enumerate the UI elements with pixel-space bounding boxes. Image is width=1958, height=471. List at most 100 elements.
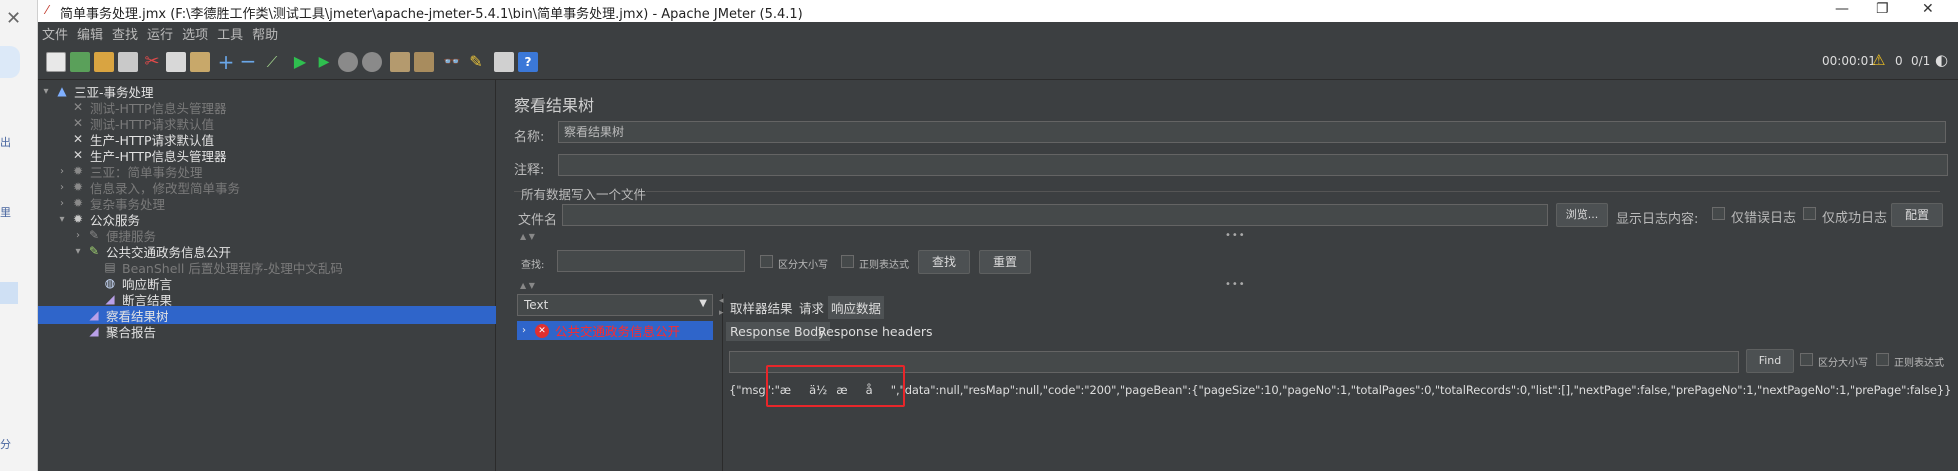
chevron-down-icon[interactable]: ▾ xyxy=(56,214,68,225)
splitter-arrow-icon[interactable]: ▸ xyxy=(719,308,724,318)
configure-button[interactable]: 配置 xyxy=(1891,203,1943,227)
test-plan-tree: ▾ ▲ 三亚-事务处理 ✕ 测试-HTTP信息头管理器 ✕ 测试-HTTP请求默认值 ✕ 生产-… xyxy=(38,80,496,471)
restore-icon[interactable]: ❐ xyxy=(1876,1,1889,17)
background-tab[interactable] xyxy=(0,46,20,78)
case-sensitive-checkbox[interactable] xyxy=(760,255,773,268)
regex-checkbox[interactable] xyxy=(841,255,854,268)
response-body-text[interactable]: {"msg":"æä½æå","data":null,"resMa… xyxy=(729,383,1951,398)
chevron-right-icon[interactable]: › xyxy=(517,325,531,336)
tree-node[interactable]: ◢ 聚合报告 xyxy=(38,322,496,340)
clear-all-icon[interactable] xyxy=(414,52,434,72)
splitter-handle-icon[interactable]: ••• xyxy=(1225,230,1246,241)
menu-bar: 文件 编辑 查找 运行 选项 工具 帮助 xyxy=(38,22,1958,44)
chevron-right-icon[interactable]: › xyxy=(56,166,68,177)
background-window-strip: ✕ 出 里 分 xyxy=(0,0,38,471)
tab-sampler-result[interactable]: 取样器结果 xyxy=(730,298,793,317)
start-no-pause-icon[interactable]: ▶ xyxy=(314,52,334,72)
file-section-title: 所有数据写入一个文件 xyxy=(521,187,647,202)
renderer-select[interactable]: Text ▼ xyxy=(517,294,713,316)
help-icon[interactable]: ? xyxy=(518,52,538,72)
menu-tools[interactable]: 工具 xyxy=(217,24,243,43)
minimize-icon[interactable]: — xyxy=(1835,1,1849,17)
search-icon[interactable]: 👓 xyxy=(442,52,462,72)
menu-edit[interactable]: 编辑 xyxy=(77,24,103,43)
menu-help[interactable]: 帮助 xyxy=(252,24,278,43)
title-bar: ⁄ 简单事务处理.jmx (F:\李德胜工作类\测试工具\jmeter\apac… xyxy=(38,0,1958,22)
menu-search[interactable]: 查找 xyxy=(112,24,138,43)
chevron-right-icon[interactable]: › xyxy=(72,230,84,241)
script-icon: ▤ xyxy=(104,260,116,274)
collapse-arrows-icon[interactable]: ▲ ▼ xyxy=(520,232,535,241)
collapse-arrows-icon[interactable]: ▲ ▼ xyxy=(520,281,535,290)
save-icon[interactable] xyxy=(118,52,138,72)
open-icon[interactable] xyxy=(94,52,114,72)
remote-indicator-icon: ◐ xyxy=(1935,51,1949,69)
wrench-icon: ✕ xyxy=(72,116,84,130)
name-input[interactable]: 察看结果树 xyxy=(558,121,1946,143)
renderer-value: Text xyxy=(524,298,549,312)
find-button[interactable]: 查找 xyxy=(918,250,970,274)
regex-label: 正则表达式 xyxy=(859,260,909,271)
reset-button[interactable]: 重置 xyxy=(979,250,1031,274)
wrench-icon: ✕ xyxy=(72,132,84,146)
toolbar: ✂ + − ⟋ ▶ ▶ 👓 ✎ ? 00:00:01 ⚠ 0 0/1 ◐ xyxy=(38,44,1958,80)
copy-icon[interactable] xyxy=(166,52,186,72)
background-selection xyxy=(0,282,18,304)
errors-only-checkbox[interactable] xyxy=(1712,207,1725,220)
subtab-response-body[interactable]: Response Body xyxy=(726,322,830,341)
find-regex-checkbox[interactable] xyxy=(1876,353,1889,366)
search-input[interactable] xyxy=(557,250,745,272)
reset-search-icon[interactable]: ✎ xyxy=(466,52,486,72)
success-only-checkbox[interactable] xyxy=(1803,207,1816,220)
tree-node-label: 聚合报告 xyxy=(106,324,157,340)
group-border xyxy=(646,191,1940,192)
find-regex-label: 正则表达式 xyxy=(1894,358,1944,369)
warning-icon[interactable]: ⚠ xyxy=(1872,51,1885,69)
clear-icon[interactable] xyxy=(390,52,410,72)
menu-file[interactable]: 文件 xyxy=(42,24,68,43)
close-icon[interactable]: ✕ xyxy=(1922,1,1934,17)
background-text: 出 xyxy=(0,136,11,149)
paste-icon[interactable] xyxy=(190,52,210,72)
chevron-right-icon[interactable]: › xyxy=(56,198,68,209)
new-icon[interactable] xyxy=(46,52,66,72)
comment-label: 注释: xyxy=(514,163,545,178)
subtab-response-headers[interactable]: Response headers xyxy=(818,324,933,339)
chevron-right-icon[interactable]: › xyxy=(56,182,68,193)
success-only-label: 仅成功日志 xyxy=(1822,211,1888,226)
tab-request[interactable]: 请求 xyxy=(799,298,824,317)
background-text: 里 xyxy=(0,206,11,219)
app-window: ✕ 出 里 分 ⁄ 简单事务处理.jmx (F:\李德胜工作类\测试工具\jme… xyxy=(0,0,1958,471)
expand-icon[interactable]: + xyxy=(216,52,236,72)
find-text-button[interactable]: Find xyxy=(1746,349,1794,373)
thread-count: 0/1 xyxy=(1911,54,1931,68)
templates-icon[interactable] xyxy=(70,52,90,72)
browse-button[interactable]: 浏览... xyxy=(1556,203,1608,227)
sample-label: 公共交通政务信息公开 xyxy=(555,324,681,339)
find-case-sensitive-checkbox[interactable] xyxy=(1800,353,1813,366)
menu-run[interactable]: 运行 xyxy=(147,24,173,43)
comment-input[interactable] xyxy=(558,154,1948,176)
stop-icon[interactable] xyxy=(338,52,358,72)
highlight-annotation-box xyxy=(766,365,905,407)
splitter-arrow-icon[interactable]: ◂ xyxy=(719,296,724,306)
splitter-handle-icon[interactable]: ••• xyxy=(1225,279,1246,290)
cut-icon[interactable]: ✂ xyxy=(142,52,162,72)
error-shield-icon: ✕ xyxy=(535,323,549,338)
chevron-down-icon: ▼ xyxy=(699,298,707,309)
start-icon[interactable]: ▶ xyxy=(290,52,310,72)
tab-response-data[interactable]: 响应数据 xyxy=(828,296,885,319)
filename-input[interactable] xyxy=(562,204,1548,226)
case-sensitive-label: 区分大小写 xyxy=(778,260,828,271)
find-case-sensitive-label: 区分大小写 xyxy=(1818,358,1868,369)
gear-icon: ✹ xyxy=(72,196,84,210)
shutdown-icon[interactable] xyxy=(362,52,382,72)
chevron-down-icon[interactable]: ▾ xyxy=(72,246,84,257)
function-helper-icon[interactable] xyxy=(494,52,514,72)
chevron-down-icon[interactable]: ▾ xyxy=(40,86,52,97)
sample-result-row[interactable]: › ✕ 公共交通政务信息公开 xyxy=(517,321,713,340)
collapse-icon[interactable]: − xyxy=(238,51,258,72)
close-icon[interactable]: ✕ xyxy=(6,8,21,29)
toggle-icon[interactable]: ⟋ xyxy=(262,52,282,72)
menu-options[interactable]: 选项 xyxy=(182,24,208,43)
